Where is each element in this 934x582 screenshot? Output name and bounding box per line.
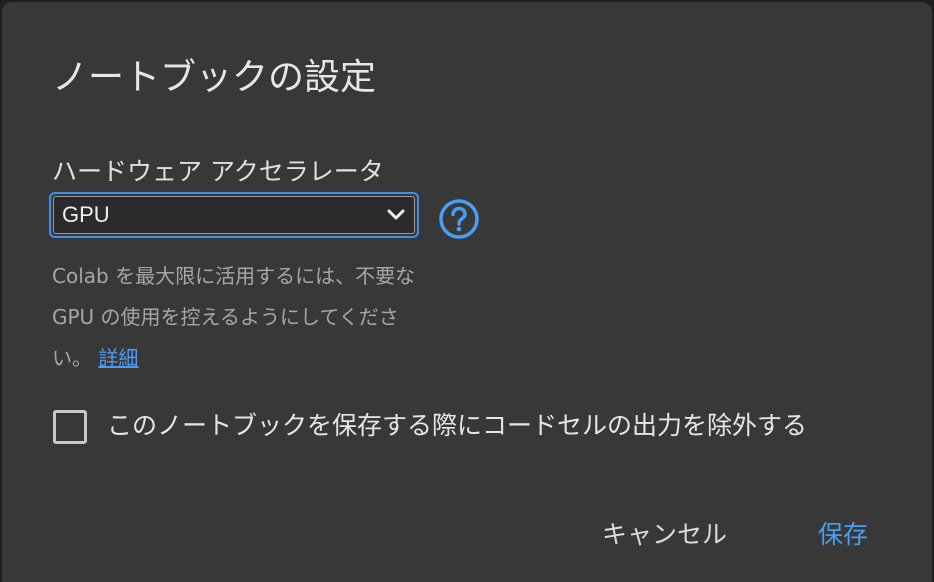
help-text-line-3: い。 詳細 [52, 338, 492, 379]
omit-output-label[interactable]: このノートブックを保存する際にコードセルの出力を除外する [107, 409, 807, 443]
hardware-accelerator-select-box[interactable]: GPU [53, 196, 415, 234]
chevron-down-icon [387, 209, 405, 220]
help-text-line-3-prefix: い。 [52, 346, 92, 370]
hardware-accelerator-selected-value: GPU [62, 202, 110, 227]
gpu-usage-help-text: Colab を最大限に活用するには、不要な GPU の使用を控えるようにしてくだ… [52, 256, 492, 379]
hardware-accelerator-label: ハードウェア アクセラレータ [52, 157, 384, 186]
omit-output-checkbox[interactable] [53, 410, 87, 444]
help-circle-icon[interactable] [438, 198, 480, 240]
learn-more-link[interactable]: 詳細 [98, 346, 138, 370]
save-button[interactable]: 保存 [818, 515, 868, 555]
help-text-line-2: GPU の使用を控えるようにしてくださ [52, 305, 399, 329]
hardware-accelerator-select[interactable]: GPU [49, 192, 419, 238]
notebook-settings-dialog: ノートブックの設定 ハードウェア アクセラレータ GPU Colab を最大限に… [2, 2, 932, 582]
help-text-line-1: Colab を最大限に活用するには、不要な [52, 264, 416, 288]
dialog-title: ノートブックの設定 [52, 57, 377, 98]
cancel-button[interactable]: キャンセル [602, 515, 727, 555]
